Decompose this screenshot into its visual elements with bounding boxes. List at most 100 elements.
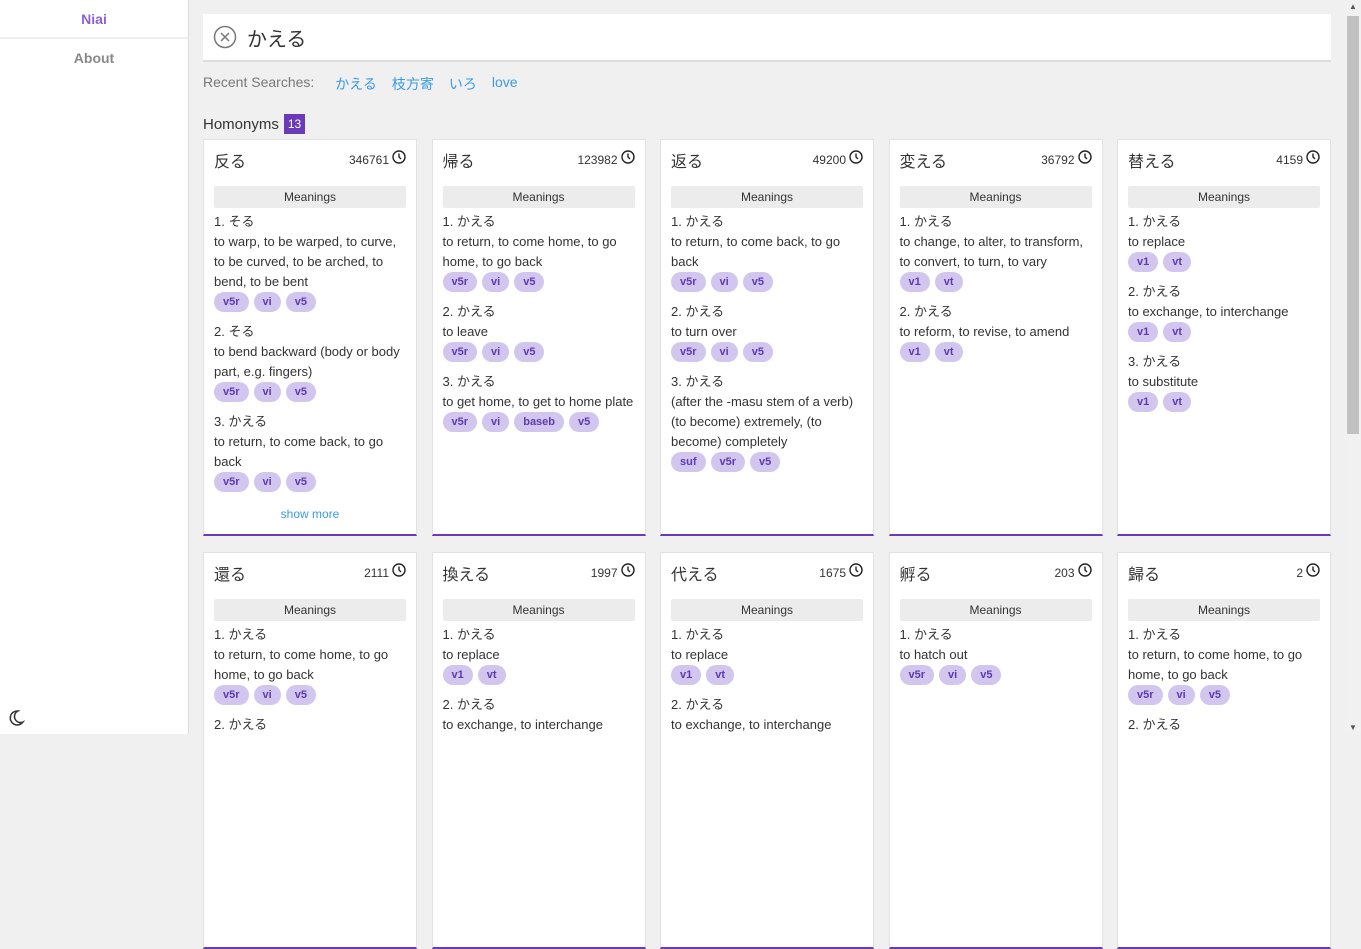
sense-heading: 1. かえる [442,214,496,229]
clock-icon [849,563,863,583]
meanings-tab[interactable]: Meanings [214,186,406,208]
dark-mode-moon-icon[interactable] [6,708,26,728]
pos-tag: vt [1163,392,1192,412]
pos-tag: v1 [442,665,473,685]
sense-gloss: to replace [671,647,729,662]
pos-tag: v5r [442,412,478,432]
sense-item: 1. かえる to return, to come home, to go hom… [442,212,635,292]
recent-search-link[interactable]: かえる [335,74,377,94]
sense-heading: 1. かえる [899,214,953,229]
clear-search-icon[interactable] [213,25,237,49]
nav-home-brand[interactable]: Niai [0,0,188,39]
pos-tag: v5r [214,382,249,402]
pos-tag: v1 [899,342,930,362]
meanings-tab[interactable]: Meanings [214,599,406,621]
meanings-tab[interactable]: Meanings [1128,599,1320,621]
sense-gloss: to return, to come back, to go back [671,234,841,269]
sense-gloss: (after the -masu stem of a verb) (to bec… [671,394,854,449]
search-input[interactable] [247,25,1147,49]
sense-item: 2. そる to bend backward (body or body part… [214,322,406,402]
meanings-tab[interactable]: Meanings [899,599,1092,621]
frequency: 2 [1296,563,1320,583]
scroll-up-icon[interactable]: ▲ [1349,2,1357,11]
clock-icon [1077,563,1092,583]
sense-gloss: to reform, to revise, to amend [899,324,1070,339]
clock-icon [620,150,635,170]
homonyms-heading: Homonyms 13 [203,114,1331,134]
sense-heading: 3. かえる [214,414,268,429]
sense-heading: 3. かえる [1128,354,1182,369]
pos-tag: v5 [514,342,545,362]
pos-tag: vi [253,292,281,312]
meanings-tab[interactable]: Meanings [899,186,1092,208]
pos-tag: v5r [671,342,706,362]
pos-tag: v5 [285,382,316,402]
scrollbar[interactable]: ▲ ▼ [1345,0,1361,734]
frequency-value: 4159 [1276,153,1303,167]
sense-gloss: to return, to come home, to go home, to … [442,234,617,269]
homonym-card: 返る 49200 Meanings 1. かえる to return, to com… [660,139,874,536]
pos-tag: v5r [899,665,935,685]
pos-tag: v5 [750,452,781,472]
pos-tag: v5r [214,472,249,492]
sense-gloss: to replace [442,647,500,662]
sense-heading: 2. かえる [214,717,268,732]
card-word[interactable]: 歸る [1128,565,1320,585]
clock-icon [392,150,406,170]
recent-searches-label: Recent Searches: [203,74,315,90]
frequency-value: 36792 [1041,153,1075,167]
frequency: 203 [1054,563,1092,583]
clock-icon [1077,150,1092,170]
clock-icon [392,563,406,583]
scroll-down-icon[interactable]: ▼ [1349,723,1357,732]
pos-tag: vi [253,685,281,705]
meanings-tab[interactable]: Meanings [442,186,635,208]
main-content: Recent Searches: かえる 枝方寄 いろ love Homonym… [203,0,1331,949]
meanings-tab[interactable]: Meanings [671,599,863,621]
sense-heading: 1. そる [214,214,255,229]
sense-item: 2. かえる to exchange, to interchange v1 vt [1128,282,1320,342]
sense-heading: 3. かえる [671,374,725,389]
homonym-grid: 反る 346761 Meanings 1. そる to warp, to be wa… [203,139,1331,949]
sense-item: 2. かえる to exchange, to interchange [443,695,635,735]
frequency: 4159 [1276,150,1320,170]
sense-item: 3. かえる to get home, to get to home plate v… [442,372,635,432]
sense-item: 2. かえる to reform, to revise, to amend v1 vt [899,302,1092,362]
frequency: 1997 [591,563,635,583]
homonym-card: 替える 4159 Meanings 1. かえる to replace v1 vt 2. … [1117,139,1331,536]
pos-tag: vt [934,272,963,292]
meanings-tab[interactable]: Meanings [442,599,635,621]
sense-heading: 1. かえる [671,214,725,229]
search-bar [203,14,1331,62]
homonym-card: 帰る 123982 Meanings 1. かえる to return, to co… [431,139,646,536]
pos-tag: vi [482,272,510,292]
recent-search-link[interactable]: 枝方寄 [392,74,434,94]
sense-item: 1. かえる to return, to come home, to go hom… [1128,625,1320,705]
sense-item: 3. かえる to substitute v1 vt [1128,352,1320,412]
recent-search-link[interactable]: love [492,74,518,94]
sense-gloss: to return, to come home, to go home, to … [1128,647,1303,682]
nav-about[interactable]: About [0,39,188,78]
homonym-card: 還る 2111 Meanings 1. かえる to return, to come… [203,552,417,949]
pos-tag: v1 [1128,392,1159,412]
homonyms-count-badge: 13 [283,114,306,134]
scrollbar-thumb[interactable] [1347,16,1359,434]
sense-gloss: to change, to alter, to transform, to co… [899,234,1084,269]
sense-item: 1. かえる to replace v1 vt [442,625,635,685]
recent-search-link[interactable]: いろ [449,74,477,94]
sense-heading: 1. かえる [899,627,953,642]
sense-item: 1. かえる to return, to come home, to go hom… [214,625,406,705]
sense-item: 3. かえる (after the -masu stem of a verb) (… [671,372,863,472]
pos-tag: v5r [442,272,478,292]
meanings-tab[interactable]: Meanings [1128,186,1320,208]
sense-heading: 1. かえる [1128,627,1182,642]
pos-tag: v1 [899,272,930,292]
frequency: 36792 [1041,150,1092,170]
pos-tag: vi [710,342,738,362]
show-more-link[interactable]: show more [204,504,416,524]
pos-tag: vi [710,272,738,292]
frequency-value: 346761 [348,153,389,167]
meanings-tab[interactable]: Meanings [671,186,863,208]
sense-item: 2. かえる to turn over v5r vi v5 [671,302,863,362]
pos-tag: vt [1163,252,1192,272]
